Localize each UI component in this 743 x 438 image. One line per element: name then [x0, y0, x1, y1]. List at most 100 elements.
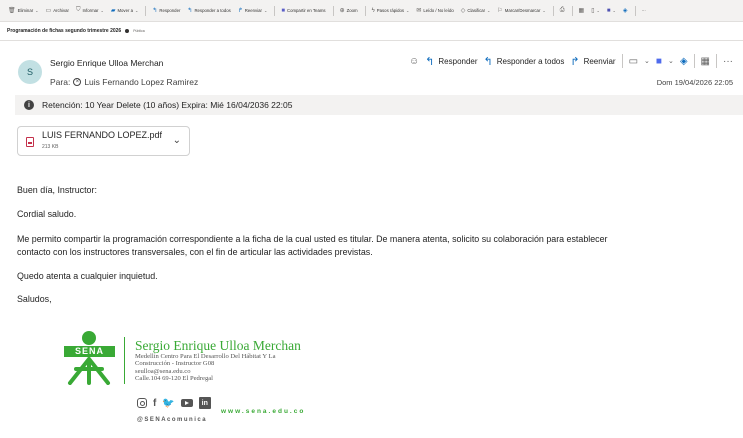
report-button[interactable]: ⛉ Informar ⌄ — [76, 7, 104, 14]
sender-name[interactable]: Sergio Enrique Ulloa Merchan — [50, 58, 163, 68]
sena-logo: SENA — [62, 331, 117, 386]
addin-icon[interactable]: ■ — [656, 56, 662, 67]
signature-website[interactable]: www.sena.edu.co — [221, 408, 305, 415]
chevron-down-icon: ⌄ — [406, 8, 410, 13]
pdf-file-icon — [26, 137, 34, 147]
ribbon-forward-button[interactable]: ↱ Reenviar ⌄ — [238, 7, 268, 14]
print-button[interactable]: ⎙ — [560, 7, 565, 14]
actions-divider — [693, 54, 695, 68]
quick-steps-button[interactable]: ϟ Pasos rápidos ⌄ — [372, 8, 410, 14]
closing-text: Saludos, — [17, 294, 52, 304]
message-date: Dom 19/04/2026 22:05 — [656, 78, 733, 87]
immersive-reader-button[interactable]: ▯ ⌄ — [591, 7, 600, 14]
message-subject: Programación de fichas segundo trimestre… — [7, 28, 145, 34]
chevron-down-icon: ⌄ — [100, 8, 104, 13]
copilot-icon[interactable]: ◈ — [680, 56, 688, 67]
forward-icon: ↱ — [570, 55, 580, 68]
delete-button[interactable]: 🗑 Eliminar ⌄ — [8, 7, 39, 14]
ribbon-reply-button[interactable]: ↰ Responder — [152, 7, 180, 14]
ribbon-reply-all-button[interactable]: ↰ Responder a todos — [187, 7, 230, 14]
reply-button[interactable]: ↰ Responder — [425, 55, 477, 68]
signature-handle: @SENAcomunica — [137, 417, 208, 423]
info-icon: i — [24, 100, 34, 110]
body-paragraph-line-1: Me permito compartir la programación cor… — [17, 234, 608, 244]
toolbar-divider — [571, 5, 573, 16]
signature-line-1: Medellín Centro Para El Desarrollo Del H… — [135, 353, 276, 360]
attachment-card[interactable]: LUIS FERNANDO LOPEZ.pdf 213 KB ⌄ — [17, 126, 190, 156]
sensitivity-label[interactable]: Pública — [133, 29, 144, 33]
toolbar-divider — [552, 5, 554, 16]
message-actions: ☺ ↰ Responder ↰ Responder a todos ↱ Reenvia… — [409, 54, 733, 68]
sena-logo-head — [82, 331, 96, 345]
meeting-icon[interactable]: ▭ — [629, 56, 638, 67]
attachment-name: LUIS FERNANDO LOPEZ.pdf — [42, 130, 163, 140]
linkedin-icon[interactable]: in — [198, 397, 211, 409]
chevron-down-icon[interactable]: ⌄ — [668, 57, 674, 65]
chevron-down-icon[interactable]: ⌄ — [173, 135, 181, 146]
facebook-icon[interactable]: f — [153, 398, 156, 409]
chevron-down-icon: ⌄ — [542, 8, 546, 13]
reply-all-icon: ↰ — [187, 8, 193, 14]
ribbon-more-button[interactable]: ··· — [642, 8, 646, 13]
chevron-down-icon[interactable]: ⌄ — [644, 57, 650, 65]
print-icon: ⎙ — [559, 7, 565, 13]
apps-button[interactable]: ▦ — [579, 7, 585, 14]
apps-grid-icon: ▦ — [578, 8, 585, 14]
body-paragraph-2: Quedo atenta a cualquier inquietud. — [17, 271, 158, 281]
social-icons: f 🐦 in — [137, 397, 211, 409]
toolbar-divider — [274, 5, 276, 16]
categorize-button[interactable]: ◇ Clasificar ⌄ — [461, 7, 491, 14]
archive-icon: ▭ — [45, 8, 52, 14]
recipient-line: Para: × Luis Fernando Lopez Ramirez — [50, 77, 198, 87]
forward-button[interactable]: ↱ Reenviar — [570, 55, 615, 68]
share-teams-button[interactable]: ■ Compartir en Teams — [281, 8, 325, 14]
chevron-down-icon: ⌄ — [134, 8, 139, 13]
subject-divider — [0, 40, 743, 41]
tag-icon: ◇ — [460, 8, 466, 14]
chevron-down-icon: ⌄ — [596, 8, 600, 13]
reply-icon: ↰ — [152, 8, 158, 14]
salute-text: Cordial saludo. — [17, 209, 77, 219]
retention-bar: i Retención: 10 Year Delete (10 años) Ex… — [15, 95, 743, 115]
chevron-down-icon: ⌄ — [35, 8, 39, 13]
instagram-icon[interactable] — [137, 398, 147, 408]
signature-email[interactable]: seulloa@sena.edu.co — [135, 368, 191, 375]
to-label: Para: — [50, 77, 71, 87]
signature-name: Sergio Enrique Ulloa Merchan — [135, 338, 301, 353]
flag-button[interactable]: ⚐ Marcar/Desmarcar ⌄ — [497, 7, 545, 14]
recipient-name[interactable]: Luis Fernando Lopez Ramirez — [84, 77, 198, 87]
signature-address: Calle.104 69-120 El Pedregal — [135, 375, 214, 382]
addin-button[interactable]: ■ ⌄ — [607, 8, 616, 14]
read-unread-button[interactable]: ✉ Leído / No leído — [416, 7, 453, 14]
ribbon-toolbar: 🗑 Eliminar ⌄ ▭ Archivar ⛉ Informar ⌄ ▰ Mover a… — [0, 0, 743, 22]
signature-line-2: Construcción - Instructor G08 — [135, 360, 215, 367]
apps-grid-icon[interactable]: ▦ — [701, 56, 710, 67]
emoji-reaction-icon[interactable]: ☺ — [409, 56, 419, 67]
more-actions-button[interactable]: ··· — [723, 56, 733, 67]
reply-all-button[interactable]: ↰ Responder a todos — [484, 55, 565, 68]
signature-divider — [124, 337, 125, 384]
toolbar-divider — [364, 5, 366, 16]
chevron-down-icon: ⌄ — [263, 8, 268, 13]
move-folder-icon: ▰ — [110, 8, 116, 14]
zoom-button[interactable]: ⊕ Zoom — [340, 7, 358, 14]
archive-button[interactable]: ▭ Archivar — [46, 7, 69, 14]
actions-divider — [621, 54, 623, 68]
retention-text: Retención: 10 Year Delete (10 años) Expi… — [42, 100, 293, 110]
recipient-status-icon: × — [73, 78, 82, 86]
twitter-icon[interactable]: 🐦 — [162, 398, 174, 409]
sender-avatar[interactable]: S — [18, 60, 42, 84]
sensitivity-dot-icon — [125, 29, 130, 33]
move-to-button[interactable]: ▰ Mover a ⌄ — [111, 7, 139, 14]
zoom-icon: ⊕ — [339, 8, 345, 14]
copilot-button[interactable]: ◈ — [623, 7, 628, 14]
actions-divider — [716, 54, 717, 68]
sena-logo-figure — [68, 357, 110, 385]
toolbar-divider — [145, 5, 147, 16]
youtube-icon[interactable] — [180, 399, 193, 407]
trash-icon: 🗑 — [8, 8, 16, 14]
sena-logo-word: SENA — [64, 346, 115, 357]
chevron-down-icon: ⌄ — [612, 8, 616, 13]
copilot-icon: ◈ — [622, 8, 628, 14]
toolbar-divider — [332, 5, 334, 16]
